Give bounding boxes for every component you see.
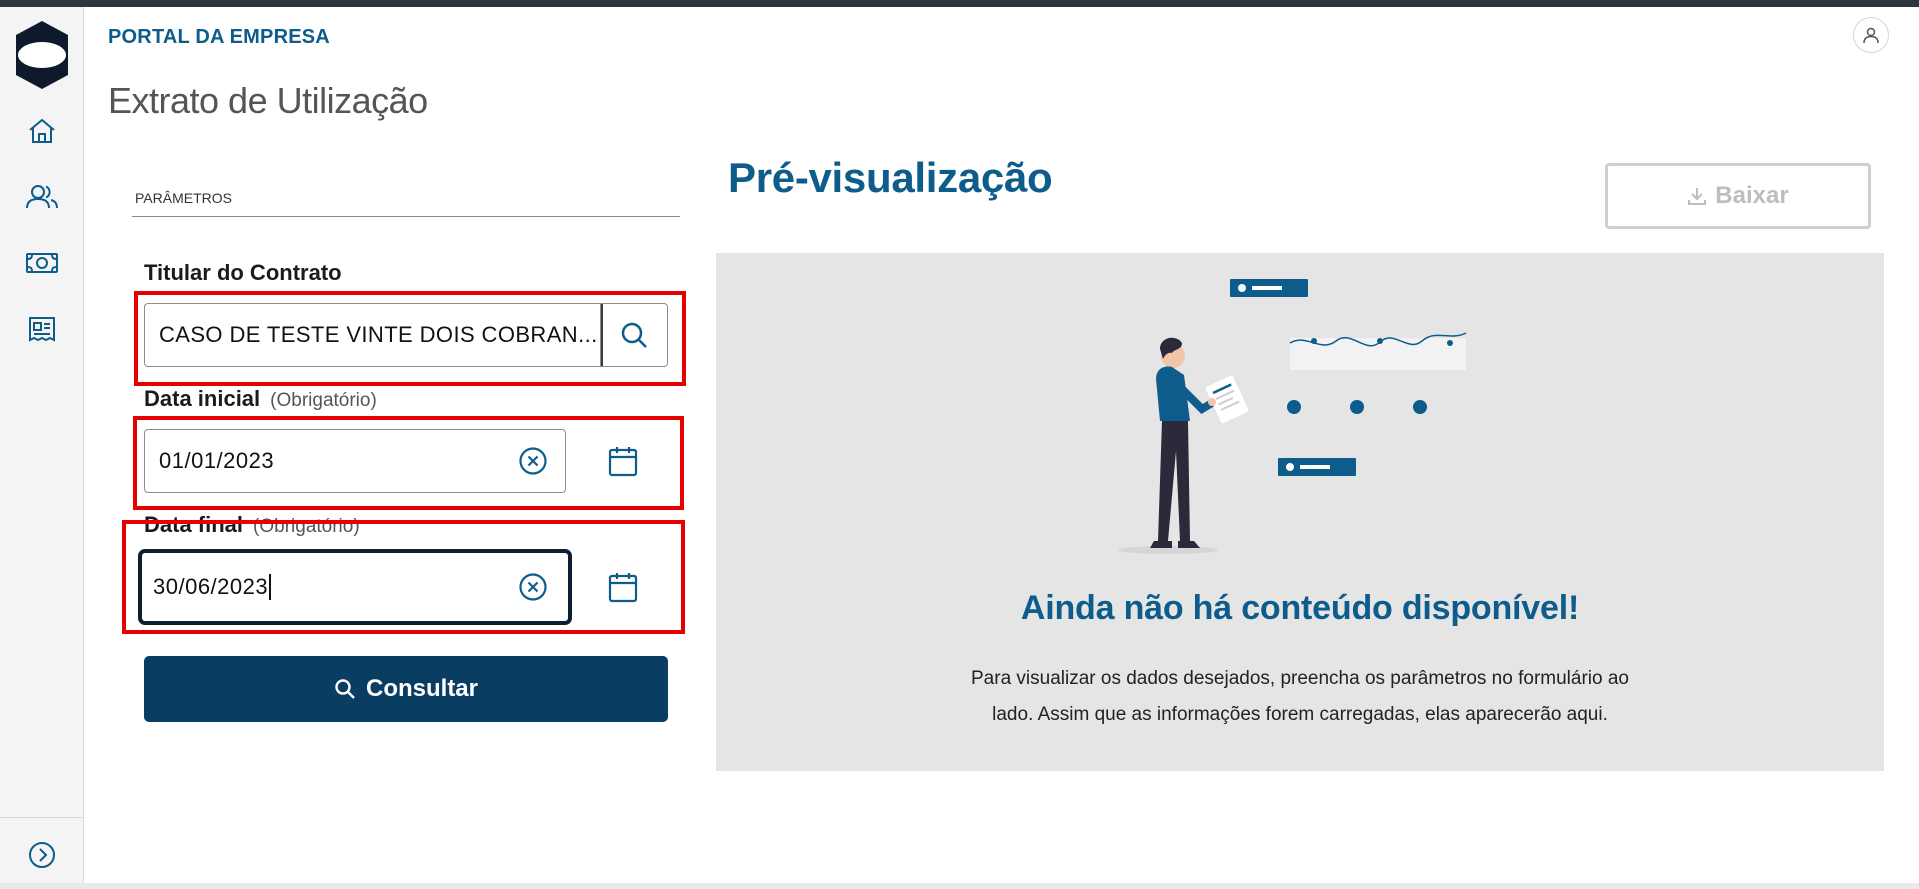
consultar-label: Consultar [365, 675, 478, 702]
empty-state-line-1: Para visualizar os dados desejados, pree… [971, 668, 1629, 689]
clear-icon[interactable] [517, 445, 549, 477]
consultar-button[interactable]: Consultar [144, 656, 668, 722]
chevron-right-circle-icon[interactable] [24, 837, 60, 873]
window-bottom-edge [0, 883, 1919, 889]
data-inicial-required: (Obrigatório) [270, 390, 377, 411]
preview-title: Pré-visualização [728, 154, 1053, 201]
sidebar [0, 7, 84, 883]
sidebar-divider [0, 817, 84, 818]
users-icon[interactable] [22, 177, 62, 217]
titular-input[interactable]: CASO DE TESTE VINTE DOIS COBRAN... [144, 303, 601, 367]
company-logo[interactable] [12, 19, 72, 91]
baixar-button[interactable]: Baixar [1605, 163, 1871, 229]
home-icon[interactable] [22, 111, 62, 151]
portal-label: PORTAL DA EMPRESA [108, 26, 330, 48]
data-final-input[interactable]: 30/06/2023 [138, 549, 572, 625]
page-title: Extrato de Utilização [108, 80, 428, 121]
window-top-bar [0, 0, 1919, 7]
titular-label: Titular do Contrato [144, 260, 342, 286]
search-icon[interactable] [600, 303, 668, 367]
data-inicial-value: 01/01/2023 [159, 448, 275, 473]
empty-state-line-2: lado. Assim que as informações forem car… [992, 704, 1608, 725]
preview-panel: Ainda não há conteúdo disponível! Para v… [716, 253, 1884, 771]
data-inicial-input[interactable]: 01/01/2023 [144, 429, 566, 493]
statement-icon[interactable] [22, 309, 62, 349]
clear-icon[interactable] [517, 571, 549, 603]
baixar-label: Baixar [1715, 182, 1789, 209]
params-divider [132, 216, 680, 217]
user-icon[interactable] [1853, 17, 1889, 53]
empty-state-illustration [1116, 271, 1516, 571]
download-icon [1688, 188, 1707, 205]
data-inicial-label: Data inicial (Obrigatório) [144, 386, 377, 412]
calendar-icon[interactable] [603, 567, 643, 607]
data-inicial-label-text: Data inicial [144, 386, 261, 411]
empty-state-description: Para visualizar os dados desejados, pree… [916, 661, 1684, 733]
calendar-icon[interactable] [603, 441, 643, 481]
text-caret [269, 574, 271, 600]
titular-label-text: Titular do Contrato [144, 260, 342, 285]
params-section-label: PARÂMETROS [135, 190, 232, 206]
search-icon [335, 679, 355, 699]
money-icon[interactable] [22, 243, 62, 283]
data-final-value: 30/06/2023 [153, 574, 269, 599]
empty-state-title: Ainda não há conteúdo disponível! [1020, 589, 1580, 627]
